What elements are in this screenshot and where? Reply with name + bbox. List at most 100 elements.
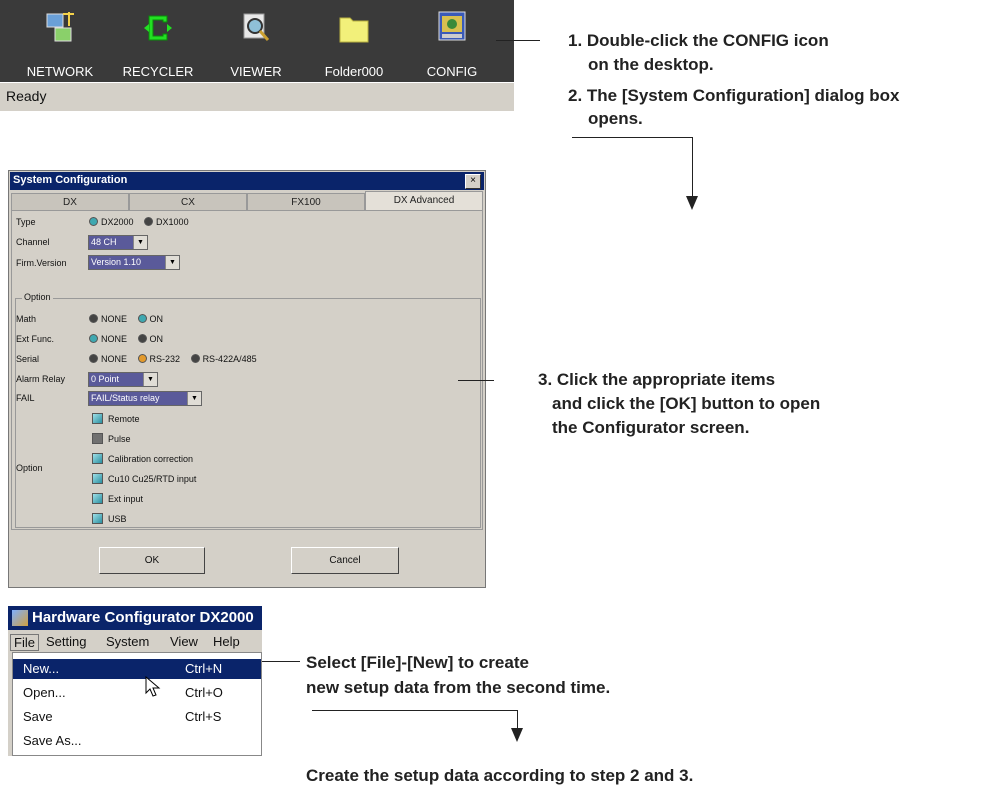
desktop-icon-label: RECYCLER [122, 64, 194, 79]
desktop-icon-viewer[interactable]: VIEWER [208, 6, 304, 82]
callout-line [572, 137, 692, 138]
ok-button[interactable]: OK [99, 547, 205, 574]
viewer-icon [243, 13, 270, 41]
fail-select[interactable]: FAIL/Status relay ▼ [88, 391, 202, 406]
hw-titlebar: Hardware Configurator DX2000 [8, 606, 262, 630]
config-icon [438, 11, 466, 41]
check-cu10[interactable]: Cu10 Cu25/RTD input [92, 473, 196, 484]
check-calibration[interactable]: Calibration correction [92, 453, 193, 464]
alarm-relay-label: Alarm Relay [16, 374, 66, 384]
callout-step3-line3: the Configurator screen. [552, 418, 750, 437]
radio-icon [89, 314, 98, 323]
tab-cx[interactable]: CX [129, 193, 247, 210]
tab-dx[interactable]: DX [11, 193, 129, 210]
callout-step1-line1: 1. Double-click the CONFIG icon [568, 31, 829, 50]
menu-help[interactable]: Help [213, 634, 240, 649]
menu-item-open[interactable]: Open... Ctrl+O [13, 683, 261, 703]
desktop-icon-recycler[interactable]: RECYCLER [110, 6, 206, 82]
menu-setting[interactable]: Setting [46, 634, 86, 649]
callout-line [496, 40, 540, 41]
callout-line [458, 380, 494, 381]
desktop-strip: NETWORK RECYCLER VIEWER Folder000 CONFIG [0, 0, 514, 82]
tab-panel: Type DX2000 DX1000 Channel 48 CH ▼ Firm.V… [11, 210, 483, 530]
callout-step2-line2: opens. [588, 109, 643, 128]
option-groupbox: Option [15, 292, 481, 528]
tab-dx-advanced[interactable]: DX Advanced [365, 191, 483, 210]
math-option-on[interactable]: ON [137, 314, 163, 324]
type-option-dx2000[interactable]: DX2000 [89, 217, 134, 227]
menu-file[interactable]: File [10, 634, 39, 651]
callout-step1-line2: on the desktop. [588, 55, 714, 74]
ext-func-label: Ext Func. [16, 334, 55, 344]
tab-fx100[interactable]: FX100 [247, 193, 365, 210]
desktop-icon-label: CONFIG [426, 64, 478, 79]
mouse-cursor-icon [145, 676, 161, 697]
callout-final: Create the setup data according to step … [306, 766, 694, 785]
fail-label: FAIL [16, 393, 35, 403]
desktop-icon-label: Folder000 [324, 64, 384, 79]
radio-selected-icon [89, 217, 98, 226]
menu-bar: File Setting System View Help [8, 632, 262, 652]
chevron-down-icon: ▼ [165, 256, 179, 269]
checkbox-unchecked-icon [92, 433, 103, 444]
radio-selected-icon [89, 334, 98, 343]
math-option-none[interactable]: NONE [89, 314, 127, 324]
desktop-icon-network[interactable]: NETWORK [12, 6, 108, 82]
checkbox-checked-icon [92, 453, 103, 464]
desktop-icon-label: VIEWER [230, 64, 282, 79]
firm-version-select[interactable]: Version 1.10 ▼ [88, 255, 180, 270]
serial-label: Serial [16, 354, 40, 364]
alarm-relay-select[interactable]: 0 Point ▼ [88, 372, 158, 387]
menu-item-new[interactable]: New... Ctrl+N [13, 659, 261, 679]
callout-step3-line1: 3. Click the appropriate items [538, 370, 776, 389]
file-menu: New... Ctrl+N Open... Ctrl+O Save Ctrl+S Sa… [12, 652, 262, 756]
ext-func-option-none[interactable]: NONE [89, 334, 127, 344]
menu-view[interactable]: View [170, 634, 198, 649]
channel-select[interactable]: 48 CH ▼ [88, 235, 148, 250]
status-text: Ready [6, 88, 47, 104]
radio-icon [190, 354, 200, 363]
radio-selected-icon [137, 314, 147, 323]
radio-icon [89, 354, 98, 363]
network-icon [46, 12, 74, 42]
serial-option-none[interactable]: NONE [89, 354, 127, 364]
option-group-label: Option [22, 292, 53, 302]
checkbox-checked-icon [92, 473, 103, 484]
system-configuration-dialog: System Configuration × DX CX FX100 DX Ad… [8, 170, 486, 588]
type-label: Type [16, 217, 36, 227]
channel-label: Channel [16, 237, 50, 247]
menu-item-save-as[interactable]: Save As... [13, 731, 261, 751]
dialog-titlebar: System Configuration × [10, 172, 484, 190]
check-remote[interactable]: Remote [92, 413, 140, 424]
callout-step3-line2: and click the [OK] button to open [552, 394, 821, 413]
desktop-icon-label: NETWORK [26, 64, 94, 79]
checkbox-checked-icon [92, 513, 103, 524]
cancel-button[interactable]: Cancel [291, 547, 399, 574]
math-label: Math [16, 314, 37, 324]
chevron-down-icon: ▼ [133, 236, 147, 249]
callout-step2-line1: 2. The [System Configuration] dialog box [568, 86, 900, 105]
callout-line [692, 137, 693, 199]
check-pulse[interactable]: Pulse [92, 433, 131, 444]
checkbox-checked-icon [92, 493, 103, 504]
chevron-down-icon: ▼ [143, 373, 157, 386]
desktop-icon-folder[interactable]: Folder000 [306, 6, 402, 82]
menu-item-save[interactable]: Save Ctrl+S [13, 707, 261, 727]
serial-option-rs232[interactable]: RS-232 [137, 354, 180, 364]
hw-title: Hardware Configurator DX2000 [32, 609, 254, 626]
checkbox-checked-icon [92, 413, 103, 424]
option-label: Option [16, 463, 43, 473]
recycler-icon [144, 15, 172, 41]
check-usb[interactable]: USB [92, 513, 127, 524]
radio-icon [137, 334, 147, 343]
radio-selected-icon [137, 354, 147, 363]
serial-option-rs422[interactable]: RS-422A/485 [190, 354, 257, 364]
menu-system[interactable]: System [106, 634, 149, 649]
dialog-title: System Configuration [13, 174, 128, 186]
hardware-configurator-window: Hardware Configurator DX2000 File Settin… [8, 606, 262, 756]
check-ext-input[interactable]: Ext input [92, 493, 143, 504]
ext-func-option-on[interactable]: ON [137, 334, 163, 344]
close-button[interactable]: × [465, 174, 481, 189]
type-option-dx1000[interactable]: DX1000 [144, 217, 189, 227]
desktop-icon-config[interactable]: CONFIG [404, 6, 500, 82]
